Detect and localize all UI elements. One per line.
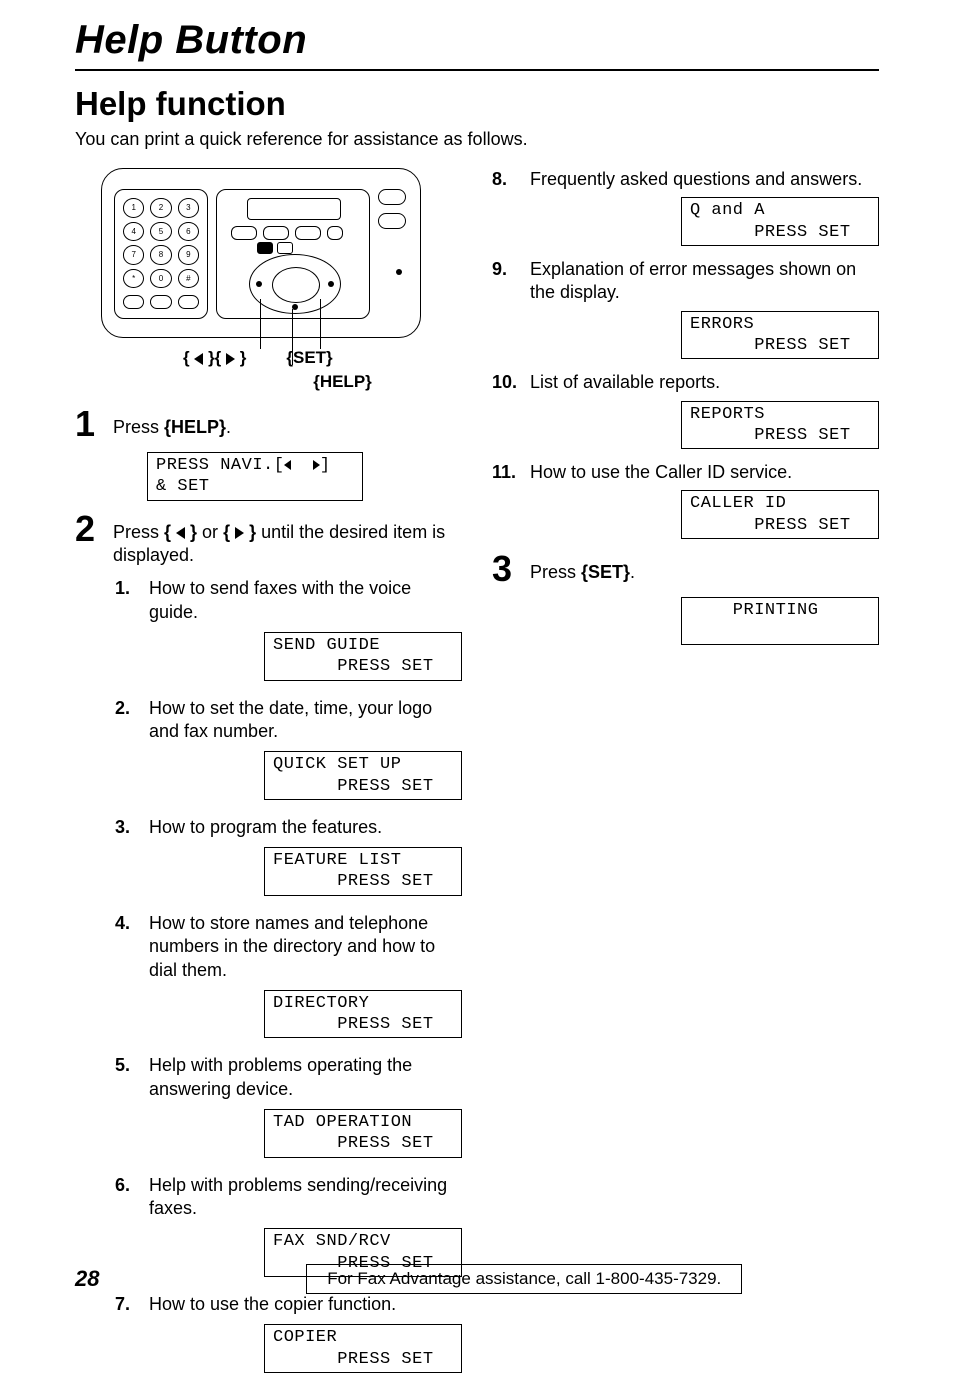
- list-item: 6. Help with problems sending/receiving …: [115, 1174, 462, 1221]
- lcd-display: ERRORS PRESS SET: [681, 311, 879, 360]
- lcd-display: DIRECTORY PRESS SET: [264, 990, 462, 1039]
- page-title: Help Button: [75, 18, 879, 63]
- page-number: 28: [75, 1266, 99, 1292]
- lcd-display: REPORTS PRESS SET: [681, 401, 879, 450]
- list-item: 8. Frequently asked questions and answer…: [492, 168, 879, 191]
- title-rule: [75, 69, 879, 71]
- step-1-text: Press {HELP}.: [113, 406, 462, 439]
- list-item: 10. List of available reports.: [492, 371, 879, 394]
- lcd-display: TAD OPERATION PRESS SET: [264, 1109, 462, 1158]
- help-button-label: {HELP}: [223, 372, 462, 392]
- list-item: 11. How to use the Caller ID service.: [492, 461, 879, 484]
- lcd-display: FEATURE LIST PRESS SET: [264, 847, 462, 896]
- list-item: 3. How to program the features.: [115, 816, 462, 839]
- step-3-text: Press {SET}.: [530, 551, 879, 584]
- set-button-label: {SET}: [286, 348, 332, 368]
- lcd-display: Q and A PRESS SET: [681, 197, 879, 246]
- nav-buttons-label: { }{ }: [183, 348, 246, 368]
- section-heading: Help function: [75, 85, 879, 123]
- lcd-display: COPIER PRESS SET: [264, 1324, 462, 1373]
- lcd-display: PRESS NAVI.[ ] & SET: [147, 452, 363, 501]
- list-item: 2. How to set the date, time, your logo …: [115, 697, 462, 744]
- list-item: 4. How to store names and telephone numb…: [115, 912, 462, 982]
- step-number: 1: [75, 406, 101, 442]
- list-item: 5. Help with problems operating the answ…: [115, 1054, 462, 1101]
- lcd-display: CALLER ID PRESS SET: [681, 490, 879, 539]
- step-number: 2: [75, 511, 101, 547]
- list-item: 1. How to send faxes with the voice guid…: [115, 577, 462, 624]
- lcd-display: QUICK SET UP PRESS SET: [264, 751, 462, 800]
- step-2-text: Press { } or { } until the desired item …: [113, 511, 462, 568]
- step-number: 3: [492, 551, 518, 587]
- list-item: 9. Explanation of error messages shown o…: [492, 258, 879, 305]
- intro-text: You can print a quick reference for assi…: [75, 129, 879, 150]
- footer-text: For Fax Advantage assistance, call 1-800…: [306, 1264, 742, 1294]
- lcd-display: SEND GUIDE PRESS SET: [264, 632, 462, 681]
- device-illustration: 123 456 789 *0#: [101, 168, 462, 392]
- list-item: 7. How to use the copier function.: [115, 1293, 462, 1316]
- lcd-display: PRINTING: [681, 597, 879, 646]
